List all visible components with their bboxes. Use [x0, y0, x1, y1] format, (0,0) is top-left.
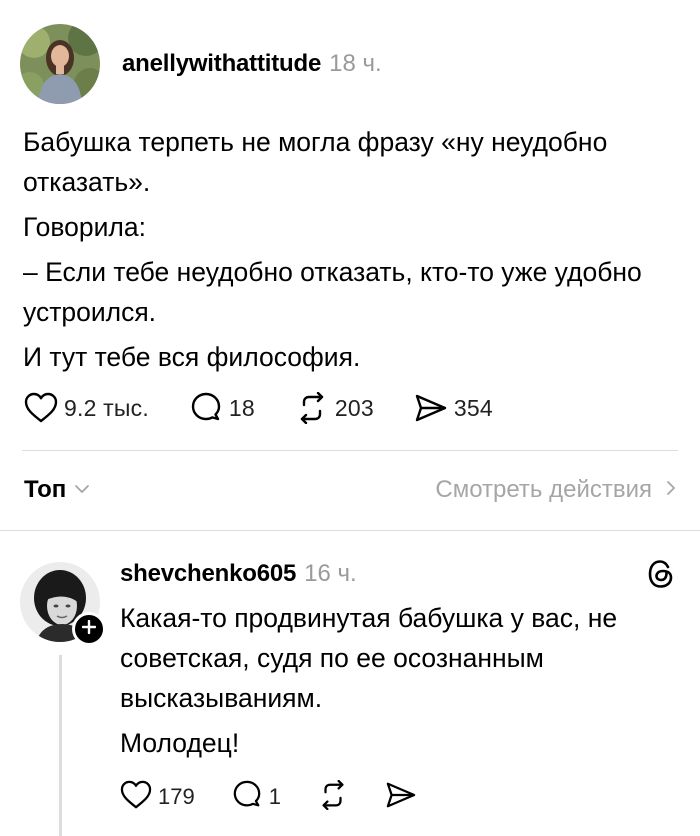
share-count: 354 [453, 394, 493, 421]
comment-like-button[interactable]: 179 [120, 780, 195, 815]
comment-bubble-icon [189, 392, 223, 424]
repost-button[interactable]: 203 [295, 392, 374, 424]
comment-button[interactable]: 18 [189, 392, 255, 424]
view-activity-label: Смотреть действия [435, 476, 652, 503]
post-username[interactable]: anellywithattitude [122, 50, 321, 78]
heart-icon [24, 392, 58, 424]
post-timestamp: 18 ч. [329, 50, 382, 77]
post-paragraph: И тут тебе вся философия. [23, 342, 361, 372]
follow-button[interactable] [72, 612, 106, 646]
plus-icon [81, 619, 97, 639]
post-actions: 9.2 тыс. 18 203 354 [24, 388, 533, 428]
comment-timestamp: 16 ч. [304, 560, 357, 587]
thread-line [59, 655, 62, 836]
share-button[interactable]: 354 [414, 392, 493, 424]
like-button[interactable]: 9.2 тыс. [24, 392, 149, 424]
divider [0, 530, 700, 531]
comment-like-count: 179 [158, 784, 195, 809]
post-text: Бабушка терпеть не могла фразу «ну неудо… [23, 122, 683, 377]
post-paragraph: – Если тебе неудобно отказать, кто-то уж… [23, 257, 650, 327]
comment-header: shevchenko605 16 ч. [120, 556, 676, 592]
sort-row: Топ Смотреть действия [24, 470, 676, 510]
chevron-down-icon [74, 481, 90, 499]
sort-label: Топ [24, 476, 67, 503]
repost-icon [295, 392, 329, 424]
repost-icon [317, 779, 349, 815]
like-count: 9.2 тыс. [64, 394, 149, 421]
post-header: anellywithattitude 18 ч. [20, 24, 382, 104]
send-icon [385, 780, 417, 815]
comment-actions: 179 1 [120, 777, 453, 817]
heart-icon [120, 780, 152, 815]
repost-count: 203 [334, 394, 374, 421]
comment-repost-button[interactable] [317, 779, 349, 815]
post-paragraph: Бабушка терпеть не могла фразу «ну неудо… [23, 127, 615, 197]
threads-logo-icon[interactable] [646, 558, 676, 595]
comment-username[interactable]: shevchenko605 [120, 560, 296, 588]
comment-avatar-wrap [20, 562, 106, 646]
post-paragraph: Говорила: [23, 212, 146, 242]
comment-paragraph: Какая-то продвинутая бабушка у вас, не с… [120, 603, 618, 713]
comment-count: 18 [228, 394, 255, 421]
comment-reply-count: 1 [268, 784, 281, 809]
comment-bubble-icon [231, 780, 263, 815]
divider [22, 450, 678, 451]
comment-reply-button[interactable]: 1 [231, 780, 281, 815]
send-icon [414, 392, 448, 424]
avatar[interactable] [20, 24, 100, 104]
sort-dropdown[interactable]: Топ [24, 476, 90, 504]
comment-share-button[interactable] [385, 780, 417, 815]
comment-paragraph: Молодец! [120, 728, 240, 758]
view-activity-link[interactable]: Смотреть действия [435, 476, 676, 504]
comment-text: Какая-то продвинутая бабушка у вас, не с… [120, 598, 680, 763]
chevron-right-icon [666, 480, 676, 501]
